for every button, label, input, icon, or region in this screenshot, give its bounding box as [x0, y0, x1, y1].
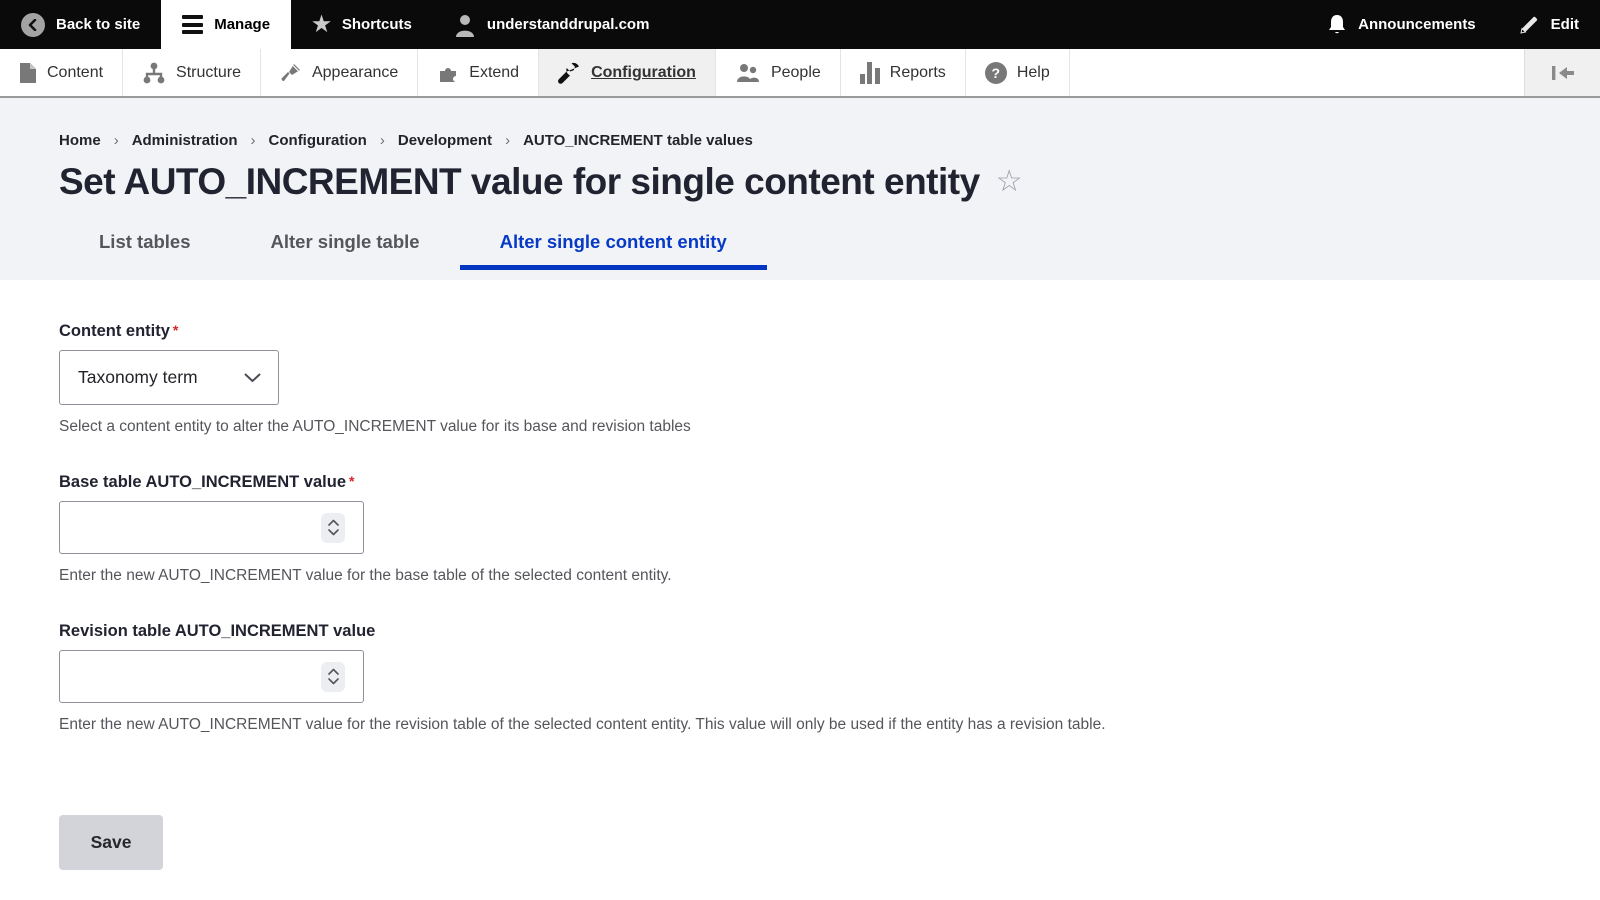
breadcrumb: Home › Administration › Configuration › … — [59, 132, 1600, 149]
toolbar-item-help[interactable]: ? Help — [966, 49, 1070, 96]
favorite-star-icon[interactable]: ☆ — [996, 167, 1023, 197]
spinner-up-icon — [328, 519, 339, 526]
tab-list-tables[interactable]: List tables — [59, 223, 231, 270]
shortcuts-label: Shortcuts — [342, 16, 412, 33]
breadcrumb-development[interactable]: Development — [398, 132, 492, 149]
page-header: Home › Administration › Configuration › … — [0, 98, 1600, 280]
toolbar-spacer — [1070, 49, 1524, 96]
revision-table-input-wrap — [59, 650, 364, 703]
breadcrumb-current: AUTO_INCREMENT table values — [523, 132, 753, 149]
toolbar-item-appearance[interactable]: Appearance — [261, 49, 418, 96]
user-label: understanddrupal.com — [487, 16, 650, 33]
toolbar-label-reports: Reports — [890, 64, 946, 82]
breadcrumb-home[interactable]: Home — [59, 132, 101, 149]
admin-bar: Back to site Manage ★ Shortcuts understa… — [0, 0, 1600, 49]
page-title: Set AUTO_INCREMENT value for single cont… — [59, 161, 980, 203]
bar-chart-icon — [860, 62, 880, 84]
spinner-down-icon — [328, 678, 339, 685]
breadcrumb-administration[interactable]: Administration — [132, 132, 238, 149]
breadcrumb-separator: › — [251, 132, 256, 149]
toolbar-label-configuration: Configuration — [591, 64, 696, 82]
manage-label: Manage — [214, 16, 270, 33]
help-icon: ? — [985, 62, 1007, 84]
manage-tab[interactable]: Manage — [161, 0, 291, 49]
hamburger-icon — [182, 15, 203, 34]
bell-icon — [1327, 14, 1347, 36]
puzzle-icon — [437, 62, 459, 84]
tab-alter-single-content-entity[interactable]: Alter single content entity — [460, 223, 767, 270]
breadcrumb-separator: › — [505, 132, 510, 149]
content-entity-description: Select a content entity to alter the AUT… — [59, 418, 1600, 436]
base-table-description: Enter the new AUTO_INCREMENT value for t… — [59, 567, 1600, 585]
required-marker: * — [349, 473, 354, 489]
edit-label: Edit — [1551, 16, 1579, 33]
shortcuts-button[interactable]: ★ Shortcuts — [291, 0, 433, 49]
number-spinner[interactable] — [321, 662, 345, 692]
shortcuts-star-icon: ★ — [312, 14, 331, 35]
base-table-label-text: Base table AUTO_INCREMENT value — [59, 473, 346, 491]
base-table-input-wrap — [59, 501, 364, 554]
required-marker: * — [173, 322, 178, 338]
toolbar-item-configuration[interactable]: Configuration — [539, 49, 716, 96]
back-to-site-button[interactable]: Back to site — [0, 0, 161, 49]
revision-table-field-group: Revision table AUTO_INCREMENT value Ente… — [59, 622, 1600, 734]
people-icon — [735, 62, 761, 84]
toolbar-item-structure[interactable]: Structure — [123, 49, 261, 96]
back-icon — [21, 13, 45, 37]
toolbar-label-structure: Structure — [176, 64, 241, 82]
breadcrumb-separator: › — [380, 132, 385, 149]
toolbar-label-extend: Extend — [469, 64, 519, 82]
content-entity-selected-value: Taxonomy term — [78, 367, 198, 388]
toolbar-label-appearance: Appearance — [312, 64, 398, 82]
admin-toolbar: Content Structure Appearance Extend Conf… — [0, 49, 1600, 98]
back-to-site-label: Back to site — [56, 16, 140, 33]
breadcrumb-configuration[interactable]: Configuration — [269, 132, 367, 149]
toolbar-label-content: Content — [47, 64, 103, 82]
toolbar-item-content[interactable]: Content — [0, 49, 123, 96]
pencil-icon — [1518, 14, 1540, 36]
secondary-tabs: List tables Alter single table Alter sin… — [59, 223, 1600, 270]
base-table-label: Base table AUTO_INCREMENT value* — [59, 473, 1600, 492]
toolbar-item-reports[interactable]: Reports — [841, 49, 966, 96]
content-entity-field-group: Content entity* Taxonomy term Select a c… — [59, 322, 1600, 436]
paintbrush-icon — [280, 62, 302, 84]
toolbar-item-extend[interactable]: Extend — [418, 49, 539, 96]
content-entity-label: Content entity* — [59, 322, 1600, 341]
revision-table-label: Revision table AUTO_INCREMENT value — [59, 622, 1600, 641]
toolbar-collapse-button[interactable] — [1524, 49, 1600, 96]
toolbar-label-help: Help — [1017, 64, 1050, 82]
save-button[interactable]: Save — [59, 815, 163, 870]
breadcrumb-separator: › — [114, 132, 119, 149]
sitemap-icon — [142, 62, 166, 84]
content-entity-label-text: Content entity — [59, 322, 170, 340]
collapse-left-icon — [1550, 64, 1576, 82]
base-table-field-group: Base table AUTO_INCREMENT value* Enter t… — [59, 473, 1600, 585]
user-account-button[interactable]: understanddrupal.com — [433, 0, 671, 49]
admin-bar-spacer — [670, 0, 1306, 49]
chevron-down-icon — [244, 373, 261, 383]
main-form: Content entity* Taxonomy term Select a c… — [0, 280, 1600, 870]
toolbar-label-people: People — [771, 64, 821, 82]
spinner-down-icon — [328, 529, 339, 536]
announcements-button[interactable]: Announcements — [1306, 0, 1497, 49]
spinner-up-icon — [328, 668, 339, 675]
announcements-label: Announcements — [1358, 16, 1476, 33]
user-icon — [454, 13, 476, 37]
revision-table-description: Enter the new AUTO_INCREMENT value for t… — [59, 716, 1600, 734]
edit-button[interactable]: Edit — [1497, 0, 1600, 49]
revision-table-label-text: Revision table AUTO_INCREMENT value — [59, 622, 375, 640]
title-row: Set AUTO_INCREMENT value for single cont… — [59, 161, 1600, 203]
wrench-icon — [558, 61, 581, 84]
file-icon — [19, 62, 37, 84]
base-table-input[interactable] — [59, 501, 364, 554]
number-spinner[interactable] — [321, 513, 345, 543]
tab-alter-single-table[interactable]: Alter single table — [231, 223, 460, 270]
content-entity-select[interactable]: Taxonomy term — [59, 350, 279, 405]
revision-table-input[interactable] — [59, 650, 364, 703]
toolbar-item-people[interactable]: People — [716, 49, 841, 96]
